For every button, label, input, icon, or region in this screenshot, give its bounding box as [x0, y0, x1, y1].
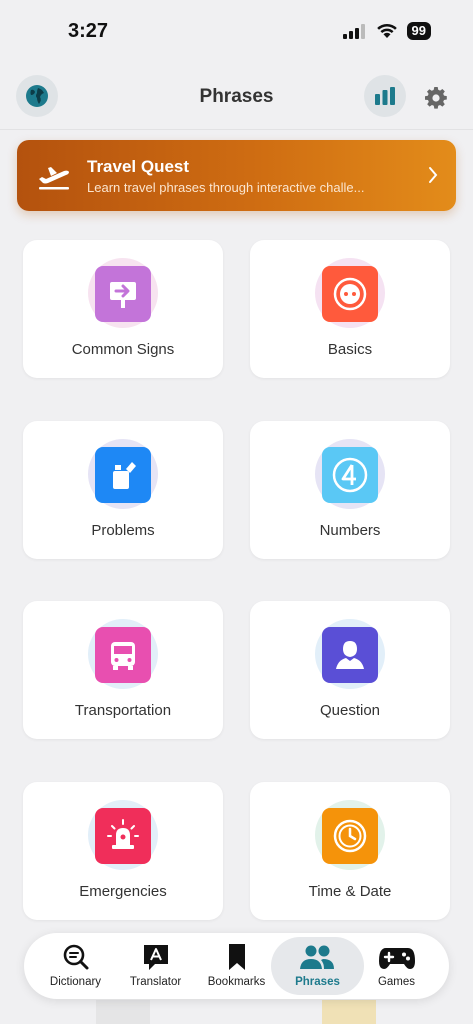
clock-icon	[322, 808, 378, 864]
cellular-signal-icon	[342, 24, 365, 39]
signpost-icon	[95, 266, 151, 322]
gear-icon[interactable]	[424, 86, 448, 110]
tab-label: Bookmarks	[207, 976, 266, 988]
smiley-icon	[322, 266, 378, 322]
category-label: Question	[319, 702, 381, 719]
category-label: Transportation	[74, 702, 172, 719]
category-label: Common Signs	[71, 341, 175, 358]
airplane-takeoff-icon	[39, 167, 69, 190]
people-icon	[300, 945, 334, 969]
partially-hidden-card	[322, 1000, 376, 1024]
status-time: 3:27	[68, 20, 109, 42]
progress-stats-button[interactable]	[364, 75, 406, 117]
category-card-time-date[interactable]: Time & Date	[250, 782, 450, 920]
person-icon	[322, 627, 378, 683]
category-card-emergencies[interactable]: Emergencies	[23, 782, 223, 920]
tab-phrases[interactable]: Phrases	[269, 933, 366, 999]
category-card-numbers[interactable]: Numbers	[250, 421, 450, 559]
partially-hidden-card	[96, 1000, 150, 1024]
status-bar: 3:27 99	[0, 0, 473, 62]
banner-subtitle: Learn travel phrases through interactive…	[87, 180, 365, 195]
category-label: Problems	[91, 522, 155, 539]
status-icons: 99	[342, 22, 431, 40]
category-label: Basics	[327, 341, 373, 358]
search-text-icon	[63, 944, 89, 970]
category-card-common-signs[interactable]: Common Signs	[23, 240, 223, 378]
siren-icon	[95, 808, 151, 864]
category-label: Emergencies	[79, 883, 167, 900]
header: Phrases	[0, 62, 473, 130]
tab-translator[interactable]: Translator	[113, 933, 198, 999]
category-card-problems[interactable]: Problems	[23, 421, 223, 559]
category-card-transportation[interactable]: Transportation	[23, 601, 223, 739]
tab-label: Dictionary	[49, 976, 102, 988]
tab-bookmarks[interactable]: Bookmarks	[194, 933, 279, 999]
translate-bubble-icon	[144, 945, 168, 970]
category-label: Numbers	[319, 522, 381, 539]
bar-chart-icon	[375, 87, 395, 105]
number-four-icon	[322, 447, 378, 503]
bottom-tab-bar: Dictionary Translator Bookmarks Phrases	[24, 933, 449, 999]
chevron-right-icon	[429, 167, 438, 183]
gamepad-icon	[379, 948, 415, 969]
tab-dictionary[interactable]: Dictionary	[33, 933, 118, 999]
tab-label: Phrases	[295, 976, 340, 988]
bookmark-icon	[229, 944, 245, 970]
category-label: Time & Date	[308, 883, 392, 900]
phrase-category-grid: Common Signs Basics Problems Numbers Tra…	[0, 230, 473, 930]
category-card-question[interactable]: Question	[250, 601, 450, 739]
tab-games[interactable]: Games	[354, 933, 439, 999]
bus-icon	[95, 627, 151, 683]
travel-quest-banner[interactable]: Travel Quest Learn travel phrases throug…	[17, 140, 456, 211]
battery-indicator: 99	[406, 22, 431, 40]
lighter-icon	[95, 447, 151, 503]
tab-label: Games	[377, 976, 416, 988]
category-card-basics[interactable]: Basics	[250, 240, 450, 378]
banner-title: Travel Quest	[87, 157, 190, 176]
tab-label: Translator	[129, 976, 182, 988]
wifi-icon	[376, 23, 397, 38]
